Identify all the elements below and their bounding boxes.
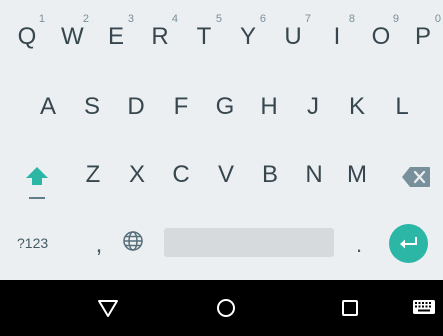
key-label: G [215, 93, 235, 120]
key-label: F [173, 93, 189, 120]
enter-key[interactable] [389, 224, 428, 263]
key-label: A [39, 93, 56, 120]
key-label: Y [239, 23, 256, 50]
key-hint: 0 [434, 13, 441, 25]
home-icon [217, 299, 235, 317]
key-hint: 4 [171, 13, 178, 25]
shift-key[interactable] [24, 163, 54, 205]
key-label: Q [17, 23, 37, 50]
key-label: T [196, 23, 212, 50]
key-l[interactable]: L [391, 95, 413, 119]
key-label: N [305, 161, 323, 188]
symbols-key-label: ?123 [17, 235, 49, 251]
globe-icon [123, 231, 143, 251]
key-label: X [128, 161, 145, 188]
key-hint: 1 [38, 13, 45, 25]
key-label: P [414, 23, 431, 50]
key-r[interactable]: R 4 [150, 14, 178, 50]
key-label: M [347, 161, 367, 188]
comma-key-label: , [95, 231, 103, 258]
shift-active-indicator [29, 197, 45, 199]
key-n[interactable]: N [303, 163, 325, 187]
key-label: O [371, 23, 391, 50]
key-hint: 5 [215, 13, 222, 25]
comma-key[interactable]: , [90, 231, 108, 259]
key-t[interactable]: T 5 [194, 14, 222, 50]
key-d[interactable]: D [125, 95, 147, 119]
key-hint: 9 [392, 13, 399, 25]
key-label: L [395, 93, 409, 120]
key-label: S [83, 93, 100, 120]
key-c[interactable]: C [170, 163, 192, 187]
key-hint: 7 [304, 13, 311, 25]
recents-button[interactable] [322, 280, 378, 336]
key-h[interactable]: H [258, 95, 280, 119]
key-hint: 8 [348, 13, 355, 25]
key-e[interactable]: E 3 [106, 14, 134, 50]
key-hint: 3 [127, 13, 134, 25]
key-label: D [127, 93, 145, 120]
key-p[interactable]: P 0 [413, 14, 441, 50]
key-hint: 2 [82, 13, 89, 25]
key-b[interactable]: B [259, 163, 281, 187]
key-label: R [151, 23, 169, 50]
period-key-label: . [355, 232, 363, 257]
key-label: B [261, 161, 278, 188]
key-x[interactable]: X [126, 163, 148, 187]
key-label: J [307, 93, 319, 120]
keyboard-switch-button[interactable] [396, 280, 443, 336]
key-label: K [348, 93, 365, 120]
key-label: I [333, 23, 341, 50]
backspace-icon [402, 167, 430, 187]
key-w[interactable]: W 2 [61, 14, 89, 50]
shift-icon [26, 167, 48, 185]
key-z[interactable]: Z [82, 163, 104, 187]
key-j[interactable]: J [302, 95, 324, 119]
key-y[interactable]: Y 6 [238, 14, 266, 50]
space-bar[interactable] [164, 228, 334, 257]
key-label: H [260, 93, 278, 120]
keyboard-switch-icon [413, 300, 435, 314]
key-a[interactable]: A [37, 95, 59, 119]
home-button[interactable] [198, 280, 254, 336]
key-label: Z [85, 161, 101, 188]
key-hint: 6 [259, 13, 266, 25]
enter-icon [400, 237, 417, 249]
key-q[interactable]: Q 1 [17, 14, 45, 50]
backspace-key[interactable] [401, 166, 433, 190]
navigation-bar [0, 280, 443, 336]
key-u[interactable]: U 7 [283, 14, 311, 50]
key-label: E [107, 23, 124, 50]
key-s[interactable]: S [81, 95, 103, 119]
key-f[interactable]: F [170, 95, 192, 119]
period-key[interactable]: . [352, 232, 366, 258]
key-g[interactable]: G [214, 95, 236, 119]
back-icon [98, 300, 118, 317]
key-v[interactable]: V [215, 163, 237, 187]
key-label: V [217, 161, 234, 188]
key-label: C [172, 161, 190, 188]
key-m[interactable]: M [346, 163, 368, 187]
symbols-key[interactable]: ?123 [17, 235, 48, 251]
key-label: U [284, 23, 302, 50]
keyboard: Q 1 W 2 E 3 R 4 T 5 Y 6 U 7 I 8 O 9 P 0 … [0, 0, 443, 280]
globe-key[interactable] [122, 230, 146, 254]
recents-icon [342, 300, 358, 316]
key-o[interactable]: O 9 [371, 14, 399, 50]
key-label: W [61, 23, 84, 50]
back-button[interactable] [80, 280, 136, 336]
key-i[interactable]: I 8 [327, 14, 355, 50]
key-k[interactable]: K [346, 95, 368, 119]
